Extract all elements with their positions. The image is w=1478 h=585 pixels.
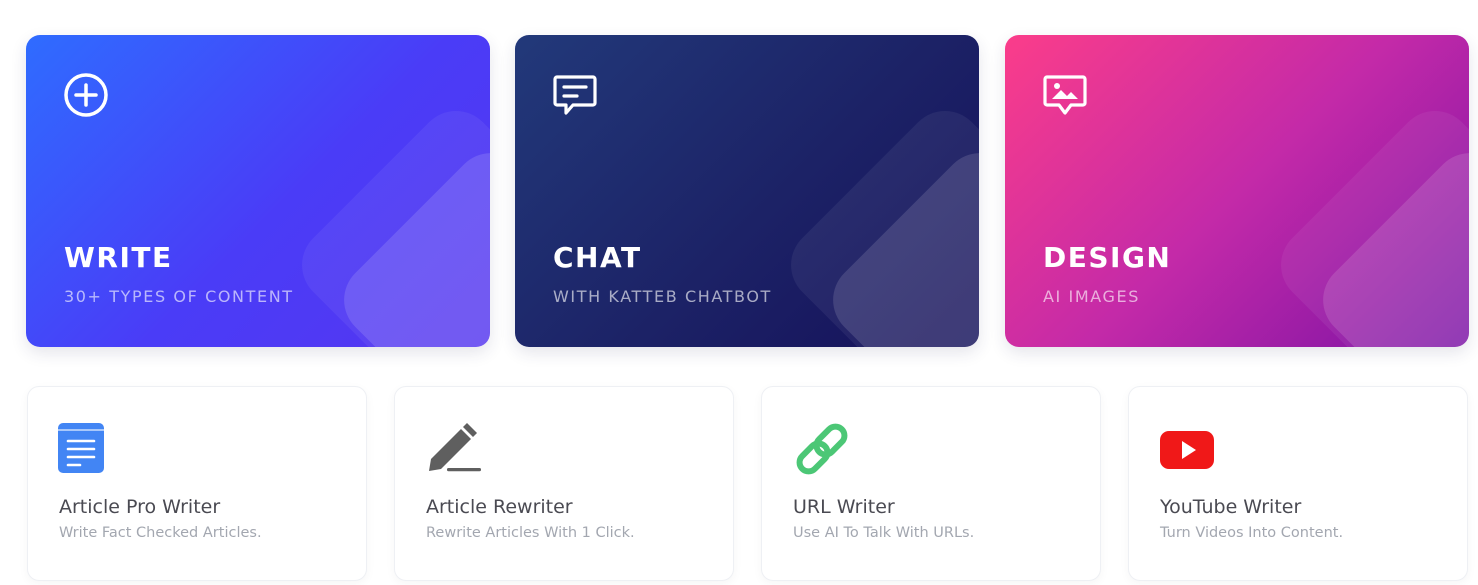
link-icon <box>796 423 848 475</box>
plus-circle-icon <box>64 73 108 117</box>
chat-bubble-icon <box>553 75 597 115</box>
chat-card-subtitle: WITH KATTEB CHATBOT <box>553 287 772 306</box>
chat-card[interactable]: CHAT WITH KATTEB CHATBOT <box>515 35 979 347</box>
tool-title: Article Pro Writer <box>59 496 221 518</box>
youtube-icon <box>1160 431 1214 469</box>
write-card-title: WRITE <box>64 241 173 274</box>
tool-title: YouTube Writer <box>1160 496 1302 518</box>
article-rewriter-card[interactable]: Article Rewriter Rewrite Articles With 1… <box>394 386 734 581</box>
tool-description: Rewrite Articles With 1 Click. <box>426 525 635 541</box>
design-card-subtitle: AI IMAGES <box>1043 287 1141 306</box>
chat-card-title: CHAT <box>553 241 642 274</box>
write-card[interactable]: WRITE 30+ TYPES OF CONTENT <box>26 35 490 347</box>
tool-description: Turn Videos Into Content. <box>1160 525 1344 541</box>
image-bubble-icon <box>1043 75 1087 115</box>
tool-title: URL Writer <box>793 496 895 518</box>
youtube-writer-card[interactable]: YouTube Writer Turn Videos Into Content. <box>1128 386 1468 581</box>
tool-description: Use AI To Talk With URLs. <box>793 525 975 541</box>
write-card-subtitle: 30+ TYPES OF CONTENT <box>64 287 294 306</box>
design-card[interactable]: DESIGN AI IMAGES <box>1005 35 1469 347</box>
pencil-icon <box>429 423 481 472</box>
design-card-title: DESIGN <box>1043 241 1172 274</box>
document-icon <box>58 423 104 473</box>
tool-title: Article Rewriter <box>426 496 573 518</box>
url-writer-card[interactable]: URL Writer Use AI To Talk With URLs. <box>761 386 1101 581</box>
article-pro-writer-card[interactable]: Article Pro Writer Write Fact Checked Ar… <box>27 386 367 581</box>
tool-description: Write Fact Checked Articles. <box>59 525 262 541</box>
